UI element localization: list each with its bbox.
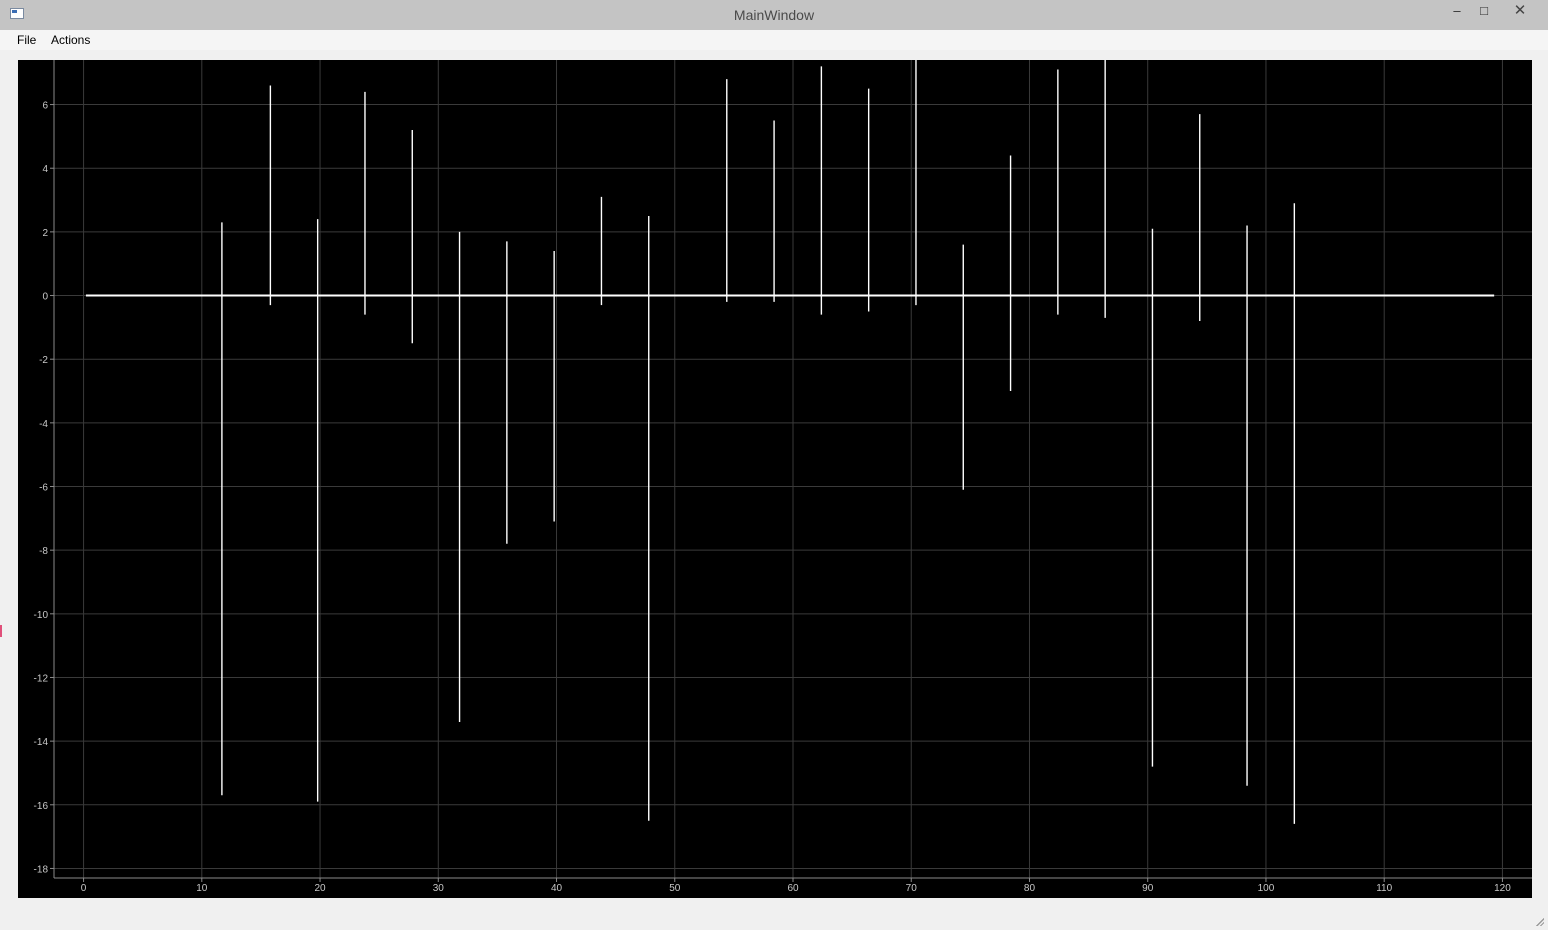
- x-tick-label: 30: [433, 883, 445, 894]
- y-tick-label: -6: [39, 483, 48, 494]
- x-tick-label: 110: [1376, 883, 1392, 894]
- edge-marker: [0, 625, 2, 637]
- x-tick-label: 70: [906, 883, 918, 894]
- status-bar: [0, 898, 1548, 930]
- y-tick-label: 2: [42, 228, 48, 239]
- y-tick-label: 4: [42, 164, 48, 175]
- x-tick-label: 40: [551, 883, 563, 894]
- x-tick-label: 120: [1494, 883, 1511, 894]
- x-tick-label: 100: [1258, 883, 1275, 894]
- signal-chart[interactable]: 0 10 20 30 40 50 60 70 80 90 100 110 120-18-16-14-12…: [18, 60, 1532, 898]
- y-tick-label: -10: [34, 610, 49, 621]
- maximize-button[interactable]: □: [1469, 0, 1499, 22]
- x-tick-label: 50: [669, 883, 681, 894]
- y-tick-label: -16: [34, 801, 49, 812]
- y-tick-label: -8: [39, 546, 48, 557]
- x-tick-label: 10: [196, 883, 208, 894]
- x-tick-label: 0: [81, 883, 87, 894]
- y-tick-label: -12: [34, 673, 49, 684]
- x-tick-label: 20: [314, 883, 326, 894]
- menu-bar: File Actions: [0, 30, 1548, 50]
- plot-area[interactable]: 0 10 20 30 40 50 60 70 80 90 100 110 120 -18 -16 -14 -12…: [18, 60, 1532, 898]
- y-tick-label: -14: [34, 737, 49, 748]
- window-title: MainWindow: [733, 7, 815, 23]
- y-tick-label: -2: [39, 355, 48, 366]
- menu-file[interactable]: File: [17, 30, 36, 50]
- menu-actions[interactable]: Actions: [51, 30, 90, 50]
- y-tick-label: -18: [34, 864, 49, 875]
- resize-grip[interactable]: [1534, 916, 1544, 926]
- minimize-button[interactable]: –: [1442, 0, 1472, 22]
- y-tick-label: 6: [42, 101, 48, 112]
- close-button[interactable]: ✕: [1505, 0, 1535, 22]
- y-tick-label: -4: [39, 419, 48, 430]
- x-tick-label: 60: [787, 883, 799, 894]
- x-tick-label: 80: [1024, 883, 1036, 894]
- title-bar[interactable]: MainWindow – □ ✕: [0, 0, 1548, 30]
- y-tick-label: 0: [42, 292, 48, 303]
- x-tick-label: 90: [1142, 883, 1154, 894]
